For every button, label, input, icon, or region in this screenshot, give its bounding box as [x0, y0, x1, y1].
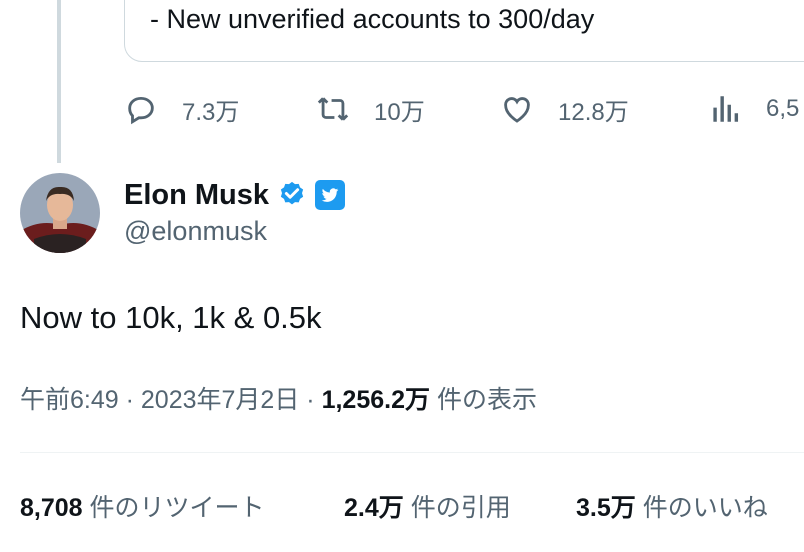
quotes-number: 2.4万: [344, 494, 404, 522]
likes-stat-link[interactable]: 3.5万 件のいいね: [576, 488, 768, 524]
previous-tweet-actions: 7.3万 10万 12.8万 6,5: [124, 88, 804, 130]
quotes-label: 件の引用: [410, 494, 511, 522]
like-button[interactable]: 12.8万: [500, 88, 629, 130]
author-display-name[interactable]: Elon Musk: [124, 179, 269, 212]
verified-badge-icon[interactable]: [277, 180, 307, 210]
retweet-count: 10万: [374, 98, 425, 126]
reply-button[interactable]: 7.3万: [124, 88, 239, 130]
meta-separator-2: ·: [306, 386, 315, 414]
tweet-date[interactable]: 2023年7月2日: [141, 386, 299, 414]
quotes-stat-link[interactable]: 2.4万 件の引用: [344, 488, 511, 524]
meta-separator-1: ·: [125, 386, 134, 414]
views-count: 6,5: [766, 95, 800, 122]
retweets-stat-link[interactable]: 8,708 件のリツイート: [20, 488, 265, 524]
twitter-affiliate-badge[interactable]: [315, 180, 346, 210]
reply-count: 7.3万: [182, 98, 240, 126]
tweet-meta: 午前6:49 · 2023年7月2日 · 1,256.2万 件の表示: [20, 380, 537, 416]
likes-number: 3.5万: [576, 494, 636, 522]
likes-label: 件のいいね: [642, 494, 768, 522]
heart-icon: [504, 97, 530, 123]
thread-line: [57, 0, 61, 163]
tweet-text: Now to 10k, 1k & 0.5k: [20, 300, 322, 335]
retweet-button[interactable]: 10万: [316, 88, 425, 130]
bar-chart-icon: [713, 96, 739, 122]
author-name-row: Elon Musk: [124, 175, 346, 215]
avatar[interactable]: [20, 173, 100, 253]
retweet-icon: [317, 97, 349, 121]
author-handle[interactable]: @elonmusk: [124, 216, 267, 247]
tweet-views-label: 件の表示: [436, 386, 537, 414]
retweets-number: 8,708: [20, 494, 83, 522]
tweet-time[interactable]: 午前6:49: [20, 386, 119, 414]
avatar-image: [20, 173, 100, 253]
reply-icon: [128, 96, 154, 125]
retweets-label: 件のリツイート: [89, 494, 265, 522]
divider: [20, 452, 804, 453]
tweet-views-number[interactable]: 1,256.2万: [322, 386, 430, 414]
like-count: 12.8万: [558, 98, 629, 126]
views-button[interactable]: 6,5: [708, 88, 799, 130]
twitter-bird-icon: [321, 188, 339, 202]
quoted-tweet-text: - New unverified accounts to 300/day: [150, 4, 595, 34]
